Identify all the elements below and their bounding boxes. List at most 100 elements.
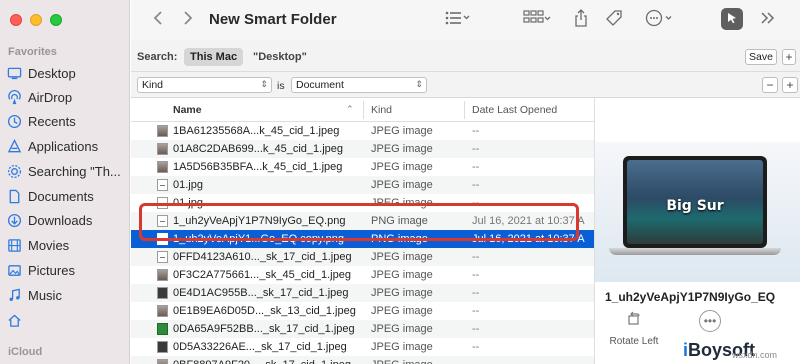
file-row[interactable]: 1_uh2yVeApjY1P7N9IyGo_EQ.png PNG image Jul… <box>131 212 594 230</box>
file-row[interactable]: 0E4D1AC955B..._sk_17_cid_1.jpeg JPEG imag… <box>131 284 594 302</box>
file-kind: JPEG image <box>371 251 433 263</box>
screen-title: Big Sur <box>666 198 724 214</box>
preview-file-name: 1_uh2yVeApjY1P7N9IyGo_EQ <box>605 290 776 304</box>
laptop-base <box>609 248 781 255</box>
sidebar-item-downloads[interactable]: Downloads <box>6 209 92 231</box>
column-header-date[interactable]: Date Last Opened <box>472 104 557 116</box>
sidebar-item-applications[interactable]: Applications <box>6 135 98 157</box>
column-divider[interactable] <box>464 101 465 119</box>
column-divider[interactable] <box>363 101 364 119</box>
file-rows: 1BA61235568A...k_45_cid_1.jpeg JPEG image… <box>131 122 594 364</box>
sidebar-item-airdrop[interactable]: AirDrop <box>6 86 72 108</box>
criteria-operator: is <box>277 80 285 92</box>
group-button[interactable] <box>519 8 557 32</box>
sidebar-item-searching[interactable]: Searching "Th... <box>6 160 121 182</box>
sidebar-item-movies[interactable]: Movies <box>6 234 69 256</box>
preview-more-button[interactable]: ••• <box>699 310 721 332</box>
chevron-updown-icon: ⇕ <box>415 79 423 89</box>
file-name: 0D5A33226AE..._sk_17_cid_1.jpeg <box>173 341 347 353</box>
file-row[interactable]: 0F3C2A775661..._sk_45_cid_1.jpeg JPEG ima… <box>131 266 594 284</box>
criteria-value-select[interactable]: Document ⇕ <box>291 77 427 93</box>
share-button[interactable] <box>569 8 593 32</box>
file-kind: JPEG image <box>371 161 433 173</box>
sidebar-item-label: AirDrop <box>28 89 73 105</box>
search-scope-bar: Search: This Mac "Desktop" Save + <box>131 40 800 72</box>
rotate-left-button[interactable]: Rotate Left <box>607 310 661 347</box>
remove-criteria-button[interactable]: − <box>762 77 778 93</box>
sidebar-item-desktop[interactable]: Desktop <box>6 62 76 84</box>
sidebar-item-pictures[interactable]: Pictures <box>6 259 75 281</box>
file-date: Jul 16, 2021 at 10:37 A <box>472 215 585 227</box>
sidebar-item-music[interactable]: Music <box>6 284 62 306</box>
file-row[interactable]: 0FFD4123A610..._sk_17_cid_1.jpeg JPEG ima… <box>131 248 594 266</box>
file-row[interactable]: 1_uh2yVeApjY1...Go_EQ copy.png PNG image J… <box>131 230 594 248</box>
file-thumbnail-icon <box>157 287 168 299</box>
scope-this-mac-button[interactable]: This Mac <box>184 48 244 66</box>
sidebar: Favorites Desktop AirDrop Recents Applic… <box>0 0 130 364</box>
file-name: 01A8C2DAB699...k_45_cid_1.jpeg <box>173 143 344 155</box>
file-row[interactable]: 01A8C2DAB699...k_45_cid_1.jpeg JPEG image… <box>131 140 594 158</box>
file-kind: JPEG image <box>371 179 433 191</box>
file-date: -- <box>472 179 480 191</box>
close-window-button[interactable] <box>10 14 22 26</box>
file-thumbnail-icon <box>157 125 168 137</box>
save-search-button[interactable]: Save <box>745 49 777 65</box>
gear-icon <box>6 163 22 179</box>
home-icon <box>6 312 22 328</box>
sidebar-item-documents[interactable]: Documents <box>6 185 94 207</box>
file-row[interactable]: 0BF8897A9F20..._sk_17_cid_1.jpeg JPEG ima… <box>131 356 594 364</box>
add-criteria-row-button[interactable]: + <box>782 77 798 93</box>
criteria-attribute-select[interactable]: Kind ⇕ <box>137 77 272 93</box>
file-date: -- <box>472 305 480 317</box>
file-name: 0FFD4123A610..._sk_17_cid_1.jpeg <box>173 251 352 263</box>
ellipsis-circle-icon <box>645 9 675 32</box>
column-header-name[interactable]: Name <box>173 104 202 116</box>
file-date: -- <box>472 359 479 364</box>
file-row[interactable]: 01.jpg JPEG image -- <box>131 194 594 212</box>
column-header-kind[interactable]: Kind <box>371 104 392 116</box>
file-name: 0E1B9EA6D05D..._sk_13_cid_1.jpeg <box>173 305 356 317</box>
zoom-window-button[interactable] <box>50 14 62 26</box>
music-icon <box>6 287 22 303</box>
chevron-right-icon <box>183 10 193 31</box>
sidebar-item-home[interactable] <box>6 309 28 331</box>
sidebar-item-recents[interactable]: Recents <box>6 110 76 132</box>
preview-pane: Big Sur 1_uh2yVeApjY1P7N9IyGo_EQ Rotate … <box>594 98 800 364</box>
quick-action-button[interactable] <box>721 8 743 30</box>
file-row[interactable]: 1BA61235568A...k_45_cid_1.jpeg JPEG image… <box>131 122 594 140</box>
back-button[interactable] <box>147 8 169 32</box>
double-chevron-right-icon <box>760 11 776 29</box>
add-criteria-button[interactable]: + <box>782 49 796 65</box>
toolbar-overflow-button[interactable] <box>753 8 783 32</box>
more-actions-button[interactable] <box>641 8 679 32</box>
airdrop-icon <box>6 89 22 105</box>
file-name: 1A5D56B35BFA...k_45_cid_1.jpeg <box>173 161 343 173</box>
sidebar-item-label: Desktop <box>28 65 76 81</box>
file-row[interactable]: 0E1B9EA6D05D..._sk_13_cid_1.jpeg JPEG ima… <box>131 302 594 320</box>
file-date: -- <box>472 341 480 353</box>
file-name: 0F3C2A775661..._sk_45_cid_1.jpeg <box>173 269 351 281</box>
sidebar-item-label: Movies <box>28 237 70 253</box>
file-thumbnail-icon <box>157 251 168 263</box>
scope-desktop-button[interactable]: "Desktop" <box>253 51 307 63</box>
file-thumbnail-icon <box>157 233 168 245</box>
file-thumbnail-icon <box>157 179 168 191</box>
file-name: 1_uh2yVeApjY1...Go_EQ copy.png <box>173 233 345 245</box>
file-row[interactable]: 0DA65A9F52BB..._sk_17_cid_1.jpeg JPEG ima… <box>131 320 594 338</box>
chevron-updown-icon: ⇕ <box>260 79 268 89</box>
file-date: -- <box>472 161 480 173</box>
forward-button[interactable] <box>177 8 199 32</box>
chevron-left-icon <box>153 10 163 31</box>
file-date: -- <box>472 269 480 281</box>
file-row[interactable]: 0D5A33226AE..._sk_17_cid_1.jpeg JPEG imag… <box>131 338 594 356</box>
minimize-window-button[interactable] <box>30 14 42 26</box>
file-row[interactable]: 1A5D56B35BFA...k_45_cid_1.jpeg JPEG image… <box>131 158 594 176</box>
view-options-button[interactable] <box>441 8 475 32</box>
file-thumbnail-icon <box>157 323 168 335</box>
film-icon <box>6 237 22 253</box>
file-list: Name ⌃ Kind Date Last Opened 1BA61235568… <box>131 98 594 364</box>
file-kind: JPEG image <box>371 269 433 281</box>
document-icon <box>6 188 22 204</box>
file-row[interactable]: 01.jpg JPEG image -- <box>131 176 594 194</box>
tags-button[interactable] <box>603 8 627 32</box>
